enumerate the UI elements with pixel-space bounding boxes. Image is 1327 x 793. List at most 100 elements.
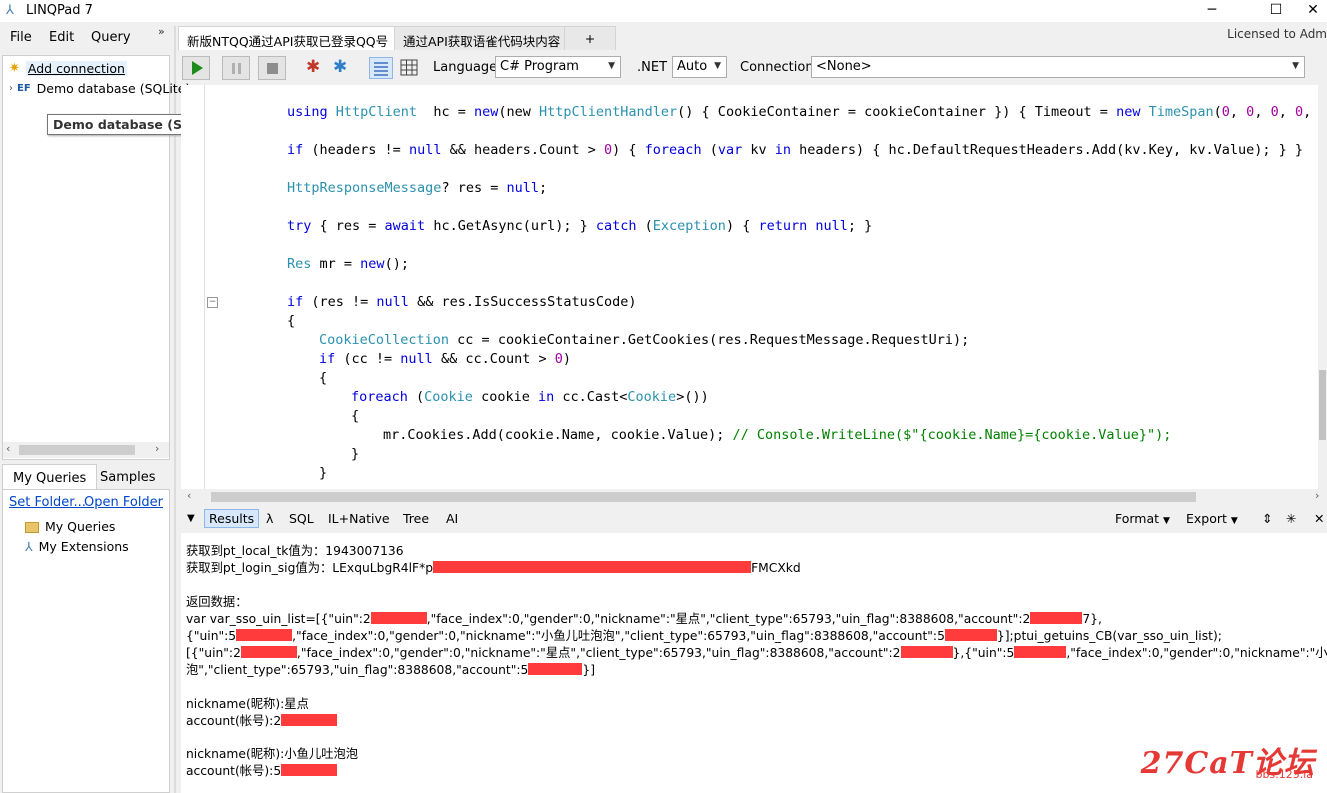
format-menu[interactable]: Format ▼ [1115,511,1170,526]
net-version-select[interactable]: Auto ▼ [672,56,727,78]
format-label: Format [1115,511,1160,526]
menu-bar: File Edit Query » [0,25,176,50]
scroll-left-icon[interactable]: ‹ [6,442,10,455]
chevron-down-icon: ▼ [1163,516,1170,526]
collapse-results-icon[interactable]: ▼ [187,513,195,524]
connection-select[interactable]: <None> ▼ [811,56,1305,78]
chevron-down-icon: ▼ [608,61,615,71]
output-line: 返回数据： [186,595,248,609]
scroll-thumb[interactable] [211,492,1196,502]
run-button[interactable] [182,56,210,80]
menu-query[interactable]: Query [91,30,131,45]
chevron-down-icon: ▼ [1230,516,1238,526]
redaction [240,646,297,658]
redaction [528,663,583,675]
document-tabs: 新版NTQQ通过API获取已登录QQ号 通过API获取语雀代码块内容 + Lic… [176,26,1327,50]
editor-horizontal-scrollbar[interactable]: ‹ › [181,489,1327,504]
scroll-left-icon[interactable]: ‹ [187,489,191,502]
scroll-right-icon[interactable]: › [1315,489,1319,502]
open-folder-link[interactable]: Open Folder [84,495,163,510]
spinner-icon[interactable]: ✳ [1286,511,1296,526]
scroll-thumb[interactable] [1319,370,1326,440]
connection-value: <None> [816,59,872,74]
play-icon [192,61,203,75]
code-editor[interactable]: − using HttpClient hc = new(new HttpClie… [181,85,1327,490]
tree-horizontal-scrollbar[interactable]: ‹ › [3,442,169,458]
minimize-button[interactable]: ─ [1189,0,1235,22]
data-grid-results-button[interactable] [398,57,422,79]
close-button[interactable]: ✕ [1299,0,1327,22]
query-tabs: My Queries Samples [2,464,170,490]
menu-edit[interactable]: Edit [49,30,74,45]
pause-icon [232,63,241,74]
add-connection-item[interactable]: ✷ Add connection [9,60,127,78]
chevron-right-icon[interactable]: › [9,83,13,94]
output-line: 泡","client_type":65793,"uin_flag":838860… [186,663,595,677]
chevron-down-icon: ▼ [714,61,721,71]
code-line: if (headers != null && headers.Count > 0… [287,142,1304,158]
new-tab-button[interactable]: + [564,26,616,50]
scroll-thumb[interactable] [19,445,135,455]
tab-il-native[interactable]: IL+Native [328,511,390,526]
tab-samples[interactable]: Samples [90,464,166,490]
tab-tree[interactable]: Tree [403,511,429,526]
redaction [236,629,293,641]
stop-button[interactable] [258,56,286,80]
menu-file[interactable]: File [10,30,32,45]
output-line: nickname(昵称):小鱼儿吐泡泡 [186,747,359,761]
scroll-right-icon[interactable]: › [155,442,159,455]
output-line: account(帐号):2 [186,711,338,729]
net-label: .NET [637,60,668,75]
editor-vertical-scrollbar[interactable] [1318,57,1327,490]
chevron-down-icon: ▼ [1292,61,1299,71]
my-queries-folder[interactable]: My Queries [25,519,115,534]
set-folder-link[interactable]: Set Folder... [9,495,86,510]
forum-watermark-url: bbs.125.la [1255,768,1313,781]
my-extensions-item[interactable]: ⅄ My Extensions [25,539,129,554]
tab-ai[interactable]: AI [446,511,458,526]
title-bar: ⅄ LINQPad 7 ─ ☐ ✕ [0,0,1327,22]
code-line: using HttpClient hc = new(new HttpClient… [287,104,1327,120]
tab-ntqq-query[interactable]: 新版NTQQ通过API获取已登录QQ号 [178,26,398,50]
code-line: } [319,465,328,481]
collapse-toggle-icon[interactable]: − [207,297,218,308]
code-line: HttpResponseMessage? res = null; [287,180,548,196]
list-grid-icon [374,62,388,76]
code-line: foreach (Cookie cookie in cc.Cast<Cookie… [351,389,709,405]
ef-icon: EF [17,83,31,94]
export-menu[interactable]: Export ▼ [1186,511,1238,526]
linqpad-logo-icon: ⅄ [6,3,14,18]
export-label: Export [1186,511,1227,526]
language-value: C# Program [500,59,579,74]
maximize-button[interactable]: ☐ [1253,0,1299,22]
tab-yuque-query[interactable]: 通过API获取语雀代码块内容 [394,26,570,50]
code-line: CookieCollection cc = cookieContainer.Ge… [319,332,970,348]
tab-results[interactable]: Results [204,509,260,528]
panel-splitter[interactable] [174,26,176,793]
linqpad-extension-icon: ⅄ [25,539,33,554]
redaction [281,764,338,776]
code-line: { [319,370,328,386]
queries-panel: Set Folder... Open Folder My Queries ⅄ My… [2,489,170,793]
redaction [944,629,997,641]
chevron-right-icon[interactable]: » [158,25,165,38]
code-line: if (cc != null && cc.Count > 0) [319,351,572,367]
add-connection-link[interactable]: Add connection [25,61,127,76]
tab-my-queries[interactable]: My Queries [2,464,98,490]
pause-button[interactable] [222,56,250,80]
language-select[interactable]: C# Program ▼ [495,56,621,78]
tab-lambda[interactable]: λ [266,511,273,526]
split-arrows-icon[interactable]: ⇕ [1262,511,1272,526]
debug-step-icon[interactable]: ✱ [333,57,347,77]
close-results-icon[interactable]: ✕ [1314,511,1324,526]
output-line: [{"uin":2 ,"face_index":0,"gender":0,"nic… [186,646,1327,660]
tab-sql[interactable]: SQL [289,511,314,526]
table-grid-icon [400,59,418,76]
rich-text-results-button[interactable] [369,57,393,79]
debug-bug-icon[interactable]: ✱ [306,57,320,77]
code-line: mr.Cookies.Add(cookie.Name, cookie.Value… [383,427,1172,443]
demo-database-label: Demo database (SQLite) [36,81,191,96]
demo-database-item[interactable]: › EF Demo database (SQLite) [9,80,190,98]
my-queries-label: My Queries [45,519,116,534]
output-line: {"uin":5 ,"face_index":0,"gender":0,"nick… [186,629,1222,643]
